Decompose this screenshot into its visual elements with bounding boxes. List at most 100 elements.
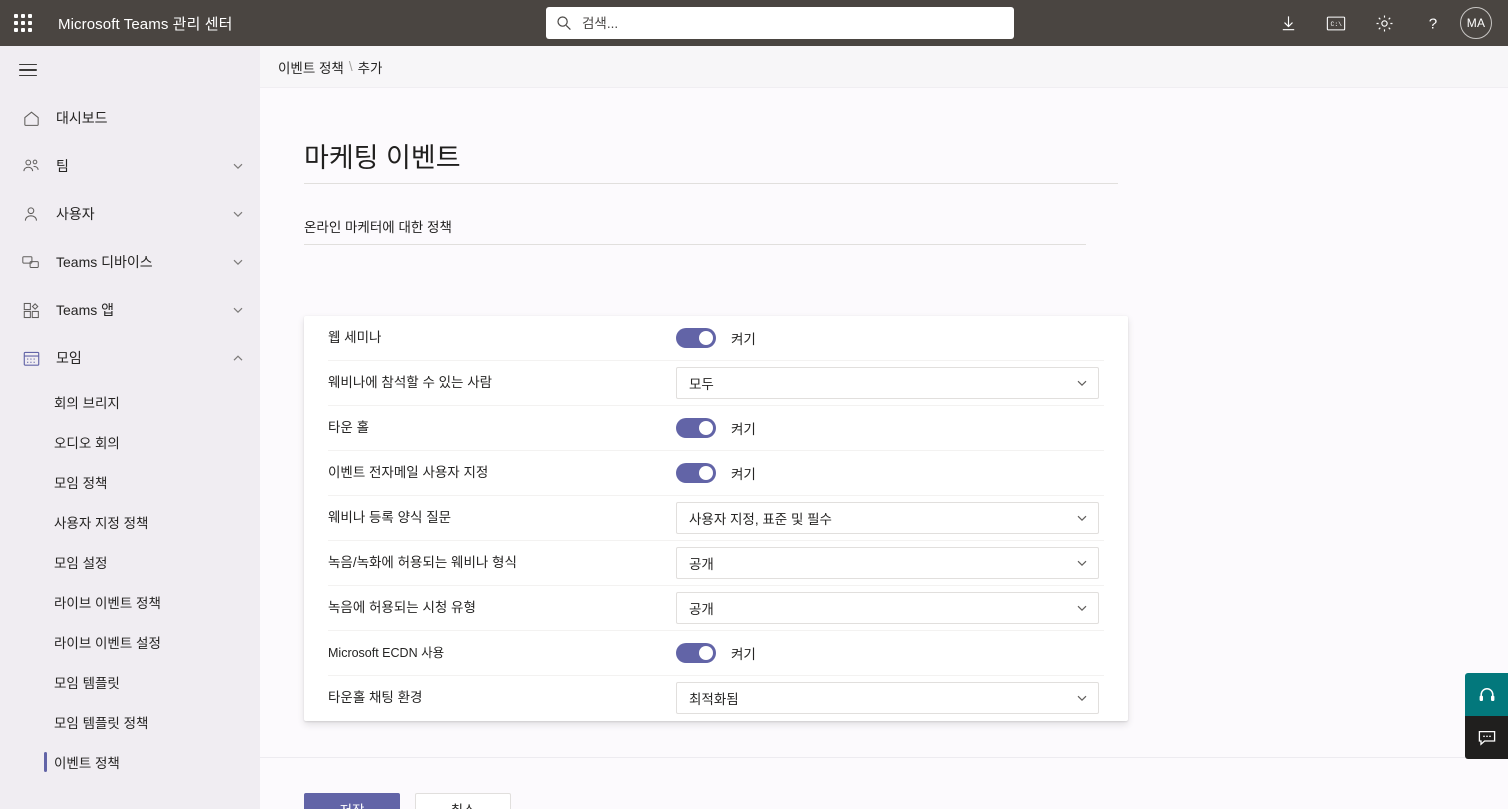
setting-row-recording-viewing-type: 녹음에 허용되는 시청 유형 공개 — [328, 586, 1104, 631]
sidebar-subitem-label: 모임 템플릿 정책 — [54, 716, 149, 731]
svg-text:?: ? — [1428, 15, 1436, 32]
sidebar-subitem-event-policies[interactable]: 이벤트 정책 — [0, 742, 260, 782]
sidebar-subitem-meeting-templates[interactable]: 모임 템플릿 — [0, 662, 260, 702]
top-bar: Microsoft Teams 관리 센터 C:\ ? — [0, 0, 1508, 46]
waffle-icon — [14, 14, 32, 32]
sidebar-subitem-audio-conferencing[interactable]: 오디오 회의 — [0, 422, 260, 462]
side-widgets — [1465, 673, 1508, 759]
sidebar-subitem-label: 모임 정책 — [54, 476, 108, 491]
search-box[interactable] — [546, 7, 1014, 39]
policy-description-field — [304, 218, 1086, 245]
gear-icon — [1376, 15, 1392, 31]
setting-row-use-microsoft-ecdn: Microsoft ECDN 사용 켜기 — [328, 631, 1104, 676]
sidebar-item-teams-devices[interactable]: Teams 디바이스 — [0, 238, 260, 286]
search-input[interactable] — [582, 15, 1004, 31]
sidebar-item-meetings[interactable]: 모임 — [0, 334, 260, 382]
sidebar-item-label: 대시보드 — [56, 110, 108, 126]
use-microsoft-ecdn-toggle[interactable] — [676, 643, 716, 663]
app-launcher-button[interactable] — [0, 0, 46, 46]
chevron-down-icon — [233, 163, 243, 170]
policy-description-input[interactable] — [304, 218, 1086, 245]
device-icon — [20, 251, 42, 273]
sidebar-subitem-live-event-settings[interactable]: 라이브 이벤트 설정 — [0, 622, 260, 662]
setting-row-who-can-attend: 웨비나에 참석할 수 있는 사람 모두 — [328, 361, 1104, 406]
sidebar-subitem-label: 라이브 이벤트 설정 — [54, 636, 161, 651]
who-can-attend-dropdown[interactable]: 모두 — [676, 367, 1099, 399]
sidebar-subitem-meeting-template-policies[interactable]: 모임 템플릿 정책 — [0, 702, 260, 742]
setting-label: Microsoft ECDN 사용 — [328, 645, 445, 660]
toggle-state-text: 켜기 — [731, 422, 756, 437]
form-scroll-area: 웹 세미나 켜기 웨비나에 참석할 수 있는 사람 모두 타운 홀 — [260, 88, 1508, 757]
dropdown-value: 공개 — [689, 557, 714, 572]
sidebar-item-label: 사용자 — [56, 206, 95, 222]
feedback-button[interactable] — [1465, 716, 1508, 759]
toggle-state-text: 켜기 — [731, 647, 756, 662]
apps-icon — [20, 299, 42, 321]
app-title: Microsoft Teams 관리 센터 — [58, 15, 233, 33]
setting-label: 이벤트 전자메일 사용자 지정 — [328, 465, 489, 481]
setting-label: 타운홀 채팅 환경 — [328, 689, 423, 705]
dropdown-value: 최적화됨 — [689, 691, 739, 707]
setting-label: 타운 홀 — [328, 420, 370, 436]
webinars-toggle[interactable] — [676, 328, 716, 348]
sidebar-subitem-meeting-policies[interactable]: 모임 정책 — [0, 462, 260, 502]
chevron-down-icon — [1077, 695, 1087, 701]
support-button[interactable] — [1465, 673, 1508, 716]
setting-row-town-hall: 타운 홀 켜기 — [328, 406, 1104, 451]
topbar-actions: C:\ ? MA — [1264, 0, 1500, 46]
recording-viewing-type-dropdown[interactable]: 공개 — [676, 592, 1099, 624]
sidebar-subitem-live-event-policies[interactable]: 라이브 이벤트 정책 — [0, 582, 260, 622]
sidebar-item-teams-apps[interactable]: Teams 앱 — [0, 286, 260, 334]
chevron-down-icon — [233, 307, 243, 314]
sidebar-subitem-meeting-settings[interactable]: 모임 설정 — [0, 542, 260, 582]
sidebar-subitem-label: 오디오 회의 — [54, 436, 120, 451]
setting-label: 녹음에 허용되는 시청 유형 — [328, 600, 476, 616]
setting-label: 녹음/녹화에 허용되는 웨비나 형식 — [328, 555, 517, 571]
sidebar-item-users[interactable]: 사용자 — [0, 190, 260, 238]
policy-name-input[interactable] — [304, 140, 1118, 184]
sidebar-subitem-label: 사용자 지정 정책 — [54, 516, 149, 531]
settings-card: 웹 세미나 켜기 웨비나에 참석할 수 있는 사람 모두 타운 홀 켜기 이벤트… — [304, 316, 1128, 721]
sidebar-item-label: Teams 앱 — [56, 302, 115, 318]
settings-button[interactable] — [1360, 0, 1408, 46]
command-prompt-button[interactable]: C:\ — [1312, 0, 1360, 46]
policy-name-field — [304, 140, 1118, 184]
sidebar-item-teams[interactable]: 팀 — [0, 142, 260, 190]
download-icon — [1282, 15, 1294, 30]
setting-row-recording-webinar-format: 녹음/녹화에 허용되는 웨비나 형식 공개 — [328, 541, 1104, 586]
help-icon: ? — [1428, 15, 1436, 32]
chevron-down-icon — [1077, 605, 1087, 612]
chevron-up-icon — [233, 355, 243, 361]
form-footer: 저장 취소 — [260, 757, 1508, 809]
chevron-down-icon — [1077, 560, 1087, 567]
sidebar-subitem-label: 이벤트 정책 — [54, 756, 120, 771]
help-button[interactable]: ? — [1408, 0, 1456, 46]
setting-row-webinars: 웹 세미나 켜기 — [328, 316, 1104, 361]
breadcrumb-parent[interactable]: 이벤트 정책 — [278, 57, 344, 77]
dropdown-value: 모두 — [689, 377, 714, 392]
breadcrumb-current: 추가 — [357, 60, 383, 76]
recording-webinar-format-dropdown[interactable]: 공개 — [676, 547, 1099, 579]
sidebar-subitem-customization-policies[interactable]: 사용자 지정 정책 — [0, 502, 260, 542]
sidebar-item-label: Teams 디바이스 — [56, 254, 153, 270]
town-hall-chat-experience-dropdown[interactable]: 최적화됨 — [676, 681, 1099, 714]
town-hall-toggle[interactable] — [676, 418, 716, 438]
user-icon — [20, 203, 42, 225]
sidebar-item-dashboard[interactable]: 대시보드 — [0, 94, 260, 142]
cancel-button[interactable]: 취소 — [415, 793, 511, 809]
avatar[interactable]: MA — [1460, 7, 1492, 39]
svg-text:C:\: C:\ — [1331, 21, 1343, 28]
sidebar-toggle-button[interactable] — [4, 46, 52, 94]
event-email-customization-toggle[interactable] — [676, 463, 716, 483]
breadcrumb-separator: \ — [348, 59, 353, 74]
sidebar-item-label: 모임 — [56, 350, 82, 366]
download-button[interactable] — [1264, 0, 1312, 46]
sidebar-subitem-label: 모임 설정 — [54, 556, 108, 571]
registration-form-questions-dropdown[interactable]: 사용자 지정, 표준 및 필수 — [676, 502, 1099, 534]
teams-people-icon — [20, 155, 42, 177]
search-icon — [557, 16, 571, 31]
sidebar-subitem-conference-bridge[interactable]: 회의 브리지 — [0, 382, 260, 422]
chevron-down-icon — [233, 259, 243, 266]
save-button[interactable]: 저장 — [304, 793, 400, 809]
chevron-down-icon — [233, 211, 243, 218]
